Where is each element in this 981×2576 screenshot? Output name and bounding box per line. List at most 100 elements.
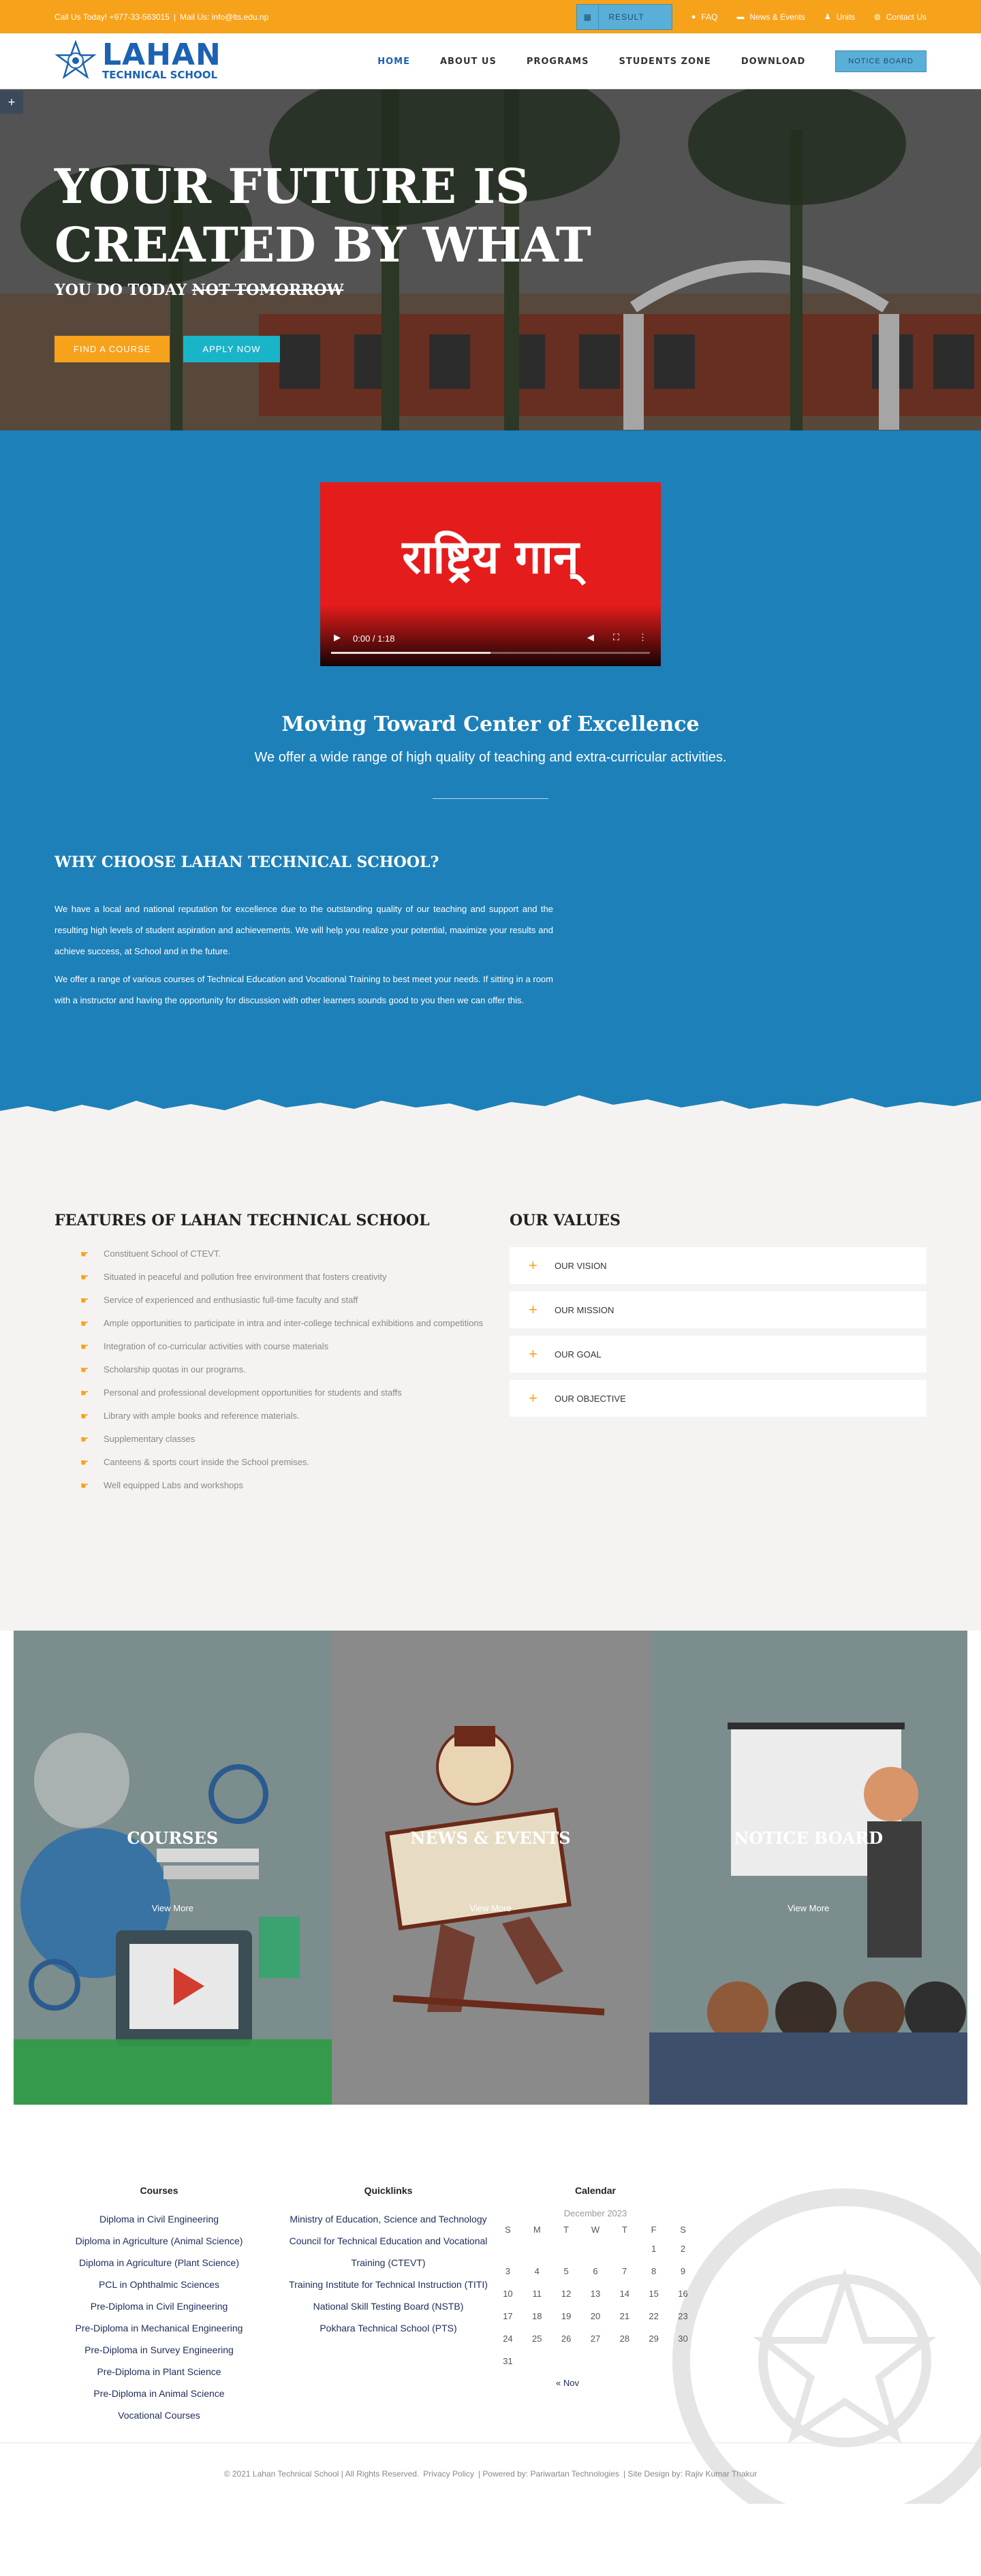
footer-quicklink[interactable]: Training Institute for Technical Instruc… [286, 2274, 490, 2295]
calendar-table: SMTWTFS 1 2 3 4 5 6 7 8 9 10 11 12 13 14 15 16 17 18 19 20 2… [493, 2221, 698, 2372]
footer-course-link[interactable]: Diploma in Agriculture (Plant Science) [54, 2252, 264, 2274]
feature-text: Scholarship quotas in our programs. [104, 1364, 246, 1375]
video-title: राष्ट्रिय गान् [402, 531, 579, 584]
footer-course-link[interactable]: Pre-Diploma in Civil Engineering [54, 2295, 264, 2317]
footer-course-link[interactable]: Pre-Diploma in Survey Engineering [54, 2339, 264, 2361]
presentation-illustration [649, 1723, 968, 2105]
calendar-day: 21 [619, 2311, 630, 2321]
calendar-day [523, 2350, 552, 2372]
courses-illustration [14, 1733, 332, 2105]
hero-subtitle-main: YOU DO TODAY [54, 281, 187, 299]
plus-icon: + [529, 1301, 538, 1318]
volume-icon[interactable]: ◀ [587, 632, 594, 643]
notice-board-tile[interactable]: NOTICE BOARD View More [649, 1631, 968, 2105]
calendar-day: 3 [505, 2266, 511, 2276]
news-events-tile[interactable]: NEWS & EVENTS View More [331, 1631, 650, 2105]
pointing-hand-icon: ☛ [80, 1318, 89, 1329]
contact-us-label: Contact Us [886, 12, 926, 22]
calendar-day: 27 [590, 2334, 601, 2344]
fullscreen-icon[interactable]: ⛶ [613, 632, 619, 643]
more-options-icon[interactable]: ⋮ [638, 632, 647, 643]
intro-section: राष्ट्रिय गान् ▶ 0:00 / 1:18 ◀ ⛶ ⋮ Movin… [0, 430, 981, 1128]
site-logo[interactable]: LAHAN TECHNICAL SCHOOL [54, 40, 221, 82]
globe-icon: ◍ [874, 13, 881, 21]
courses-tile-title: COURSES [127, 1828, 219, 1848]
accordion-our-mission[interactable]: + OUR MISSION [510, 1291, 926, 1328]
calendar-day [552, 2237, 581, 2260]
calendar-caption: December 2023 [563, 2208, 627, 2218]
calendar-day: 19 [561, 2311, 572, 2321]
courses-tile[interactable]: COURSES View More [14, 1631, 332, 2105]
calendar-day: 14 [619, 2289, 630, 2299]
footer-quicklink[interactable]: Pokhara Technical School (PTS) [286, 2317, 490, 2339]
calendar-day: 22 [649, 2311, 659, 2321]
faq-link[interactable]: ● FAQ [691, 12, 718, 22]
footer-course-link[interactable]: PCL in Ophthalmic Sciences [54, 2274, 264, 2295]
pointing-hand-icon: ☛ [80, 1480, 89, 1491]
intro-divider [433, 798, 548, 799]
result-label: RESULT [608, 12, 644, 22]
apply-now-button[interactable]: APPLY NOW [183, 336, 280, 362]
calendar-prev-month-link[interactable]: « Nov [493, 2378, 698, 2388]
news-events-link[interactable]: ▬ News & Events [736, 12, 805, 22]
courses-view-more-link[interactable]: View More [14, 1903, 332, 1913]
notice-board-button[interactable]: NOTICE BOARD [835, 50, 926, 72]
faq-label: FAQ [701, 12, 718, 22]
footer-course-link[interactable]: Pre-Diploma in Animal Science [54, 2383, 264, 2404]
features-section: FEATURES OF LAHAN TECHNICAL SCHOOL ☛ Cons… [0, 1127, 981, 1631]
footer-course-link[interactable]: Diploma in Agriculture (Animal Science) [54, 2230, 264, 2252]
calendar-day [581, 2350, 610, 2372]
calendar-day: 2 [680, 2244, 686, 2254]
pointing-hand-icon: ☛ [80, 1457, 89, 1468]
nav-download[interactable]: DOWNLOAD [741, 57, 805, 67]
footer-quicklink[interactable]: Council for Technical Education and Voca… [286, 2230, 490, 2274]
accordion-our-vision[interactable]: + OUR VISION [510, 1247, 926, 1284]
copyright-text: © 2021 Lahan Technical School | All Righ… [223, 2468, 420, 2479]
calendar-day: 13 [590, 2289, 601, 2299]
tiles-section: COURSES View More NEWS & EVENTS View Mor… [0, 1631, 981, 2129]
accordion-label: OUR OBJECTIVE [555, 1393, 626, 1404]
news-events-tile-title: NEWS & EVENTS [410, 1828, 571, 1848]
feature-text: Library with ample books and reference m… [104, 1411, 300, 1421]
accordion-label: OUR MISSION [555, 1304, 614, 1315]
footer-quicklinks-title: Quicklinks [364, 2185, 413, 2196]
nav-students-zone[interactable]: STUDENTS ZONE [619, 57, 711, 67]
play-icon[interactable]: ▶ [334, 632, 341, 643]
pointing-hand-icon: ☛ [80, 1341, 89, 1352]
site-design-text: | Site Design by: Rajiv Kumar Thakur [623, 2468, 758, 2479]
footer-course-link[interactable]: Pre-Diploma in Plant Science [54, 2361, 264, 2383]
calendar-day: 8 [651, 2266, 657, 2276]
contact-us-link[interactable]: ◍ Contact Us [874, 12, 926, 22]
news-events-view-more-link[interactable]: View More [332, 1903, 650, 1913]
footer-course-link[interactable]: Vocational Courses [54, 2404, 264, 2426]
footer-course-link[interactable]: Diploma in Civil Engineering [54, 2208, 264, 2230]
nav-about-us[interactable]: ABOUT US [440, 57, 497, 67]
nav-home[interactable]: HOME [377, 57, 410, 67]
calendar-weekday: S [680, 2224, 686, 2235]
accordion-our-goal[interactable]: + OUR GOAL [510, 1336, 926, 1372]
mail-link[interactable]: Mail Us: info@lts.edu.np [180, 12, 268, 22]
question-icon: ● [691, 12, 696, 21]
calendar-weekday: M [533, 2224, 541, 2235]
side-panel-toggle[interactable]: + [0, 91, 23, 114]
national-anthem-video[interactable]: राष्ट्रिय गान् ▶ 0:00 / 1:18 ◀ ⛶ ⋮ [320, 482, 661, 666]
notice-board-view-more-link[interactable]: View More [649, 1903, 967, 1913]
feature-text: Personal and professional development op… [104, 1387, 402, 1398]
calendar-week: 12 [493, 2237, 698, 2260]
footer-quicklink[interactable]: Ministry of Education, Science and Techn… [286, 2208, 490, 2230]
footer-course-link[interactable]: Pre-Diploma in Mechanical Engineering [54, 2317, 264, 2339]
calendar-day: 30 [678, 2334, 688, 2344]
video-controls: ▶ 0:00 / 1:18 ◀ ⛶ ⋮ [320, 625, 661, 666]
calendar-day [668, 2350, 698, 2372]
video-progress-bar[interactable] [331, 652, 650, 654]
calendar-week: 24 25 26 27 28 29 30 [493, 2327, 698, 2350]
calendar-day: 31 [503, 2356, 513, 2366]
find-a-course-button[interactable]: FIND A COURSE [54, 336, 170, 362]
result-button[interactable]: ▦ RESULT [576, 3, 672, 30]
units-link[interactable]: ♟ Units [824, 12, 855, 22]
footer-quicklink[interactable]: National Skill Testing Board (NSTB) [286, 2295, 490, 2317]
accordion-label: OUR GOAL [555, 1349, 602, 1360]
accordion-our-objective[interactable]: + OUR OBJECTIVE [510, 1380, 926, 1417]
nav-programs[interactable]: PROGRAMS [527, 57, 589, 67]
privacy-policy-link[interactable]: Privacy Policy [423, 2469, 474, 2479]
